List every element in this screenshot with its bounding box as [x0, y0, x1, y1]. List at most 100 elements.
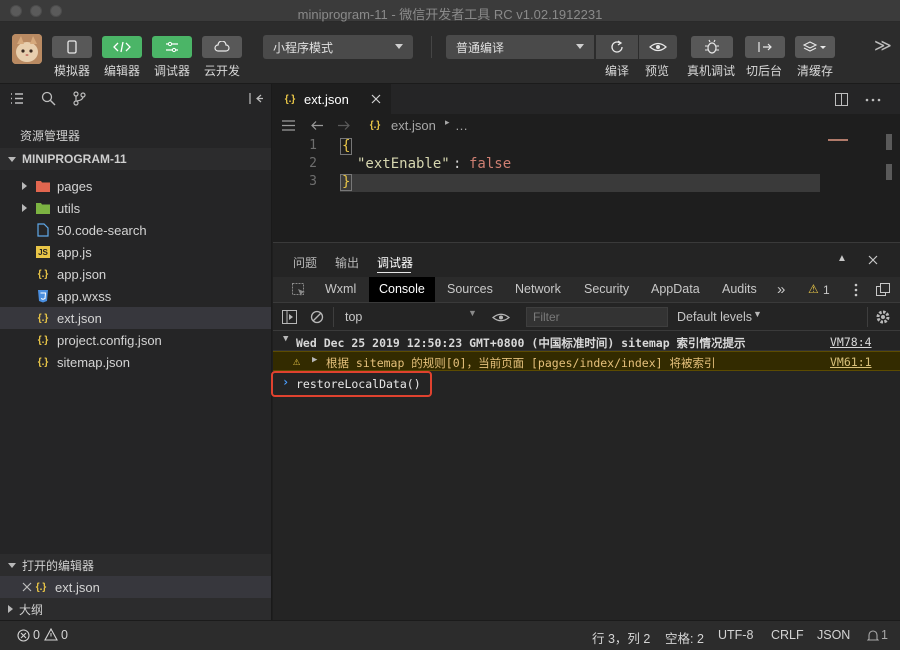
- cloud-icon: [214, 41, 230, 52]
- list-icon[interactable]: [10, 92, 24, 105]
- project-section-header[interactable]: MINIPROGRAM-11: [0, 148, 271, 170]
- cursor-position[interactable]: 行 3，列 2: [592, 628, 650, 647]
- maximize-panel-icon[interactable]: ▲: [837, 253, 847, 264]
- indentation[interactable]: 空格: 2: [665, 628, 704, 647]
- source-control-icon[interactable]: [73, 91, 86, 106]
- error-count[interactable]: 0: [33, 628, 40, 642]
- filter-input[interactable]: Filter: [526, 307, 668, 327]
- real-device-debug-button[interactable]: [691, 36, 733, 58]
- log-warning-row[interactable]: ⚠ ▶ 根据 sitemap 的规则[0]，当前页面 [pages/index/…: [273, 351, 900, 371]
- bell-icon[interactable]: [867, 629, 879, 643]
- tree-item-sitemap-json[interactable]: {.} sitemap.json: [0, 351, 271, 373]
- chevron-right-icon: [22, 182, 27, 190]
- tab-ext-json[interactable]: {.} ext.json: [273, 84, 391, 114]
- open-editors-header[interactable]: 打开的编辑器: [0, 554, 271, 576]
- editor-label: 编辑器: [104, 64, 141, 78]
- simulator-button[interactable]: [52, 36, 92, 58]
- close-icon[interactable]: [371, 94, 381, 104]
- warning-icon: ⚠: [808, 282, 819, 296]
- tree-item-ext-json[interactable]: {.} ext.json: [0, 307, 271, 329]
- list-icon[interactable]: [282, 120, 295, 131]
- layers-icon: [803, 41, 826, 52]
- switch-background-icon: [758, 42, 772, 52]
- breadcrumb-file[interactable]: ext.json: [391, 118, 436, 133]
- tab-debugger[interactable]: 调试器: [377, 254, 413, 271]
- cloud-label: 云开发: [204, 64, 241, 78]
- log-source-link[interactable]: VM78:4: [830, 335, 872, 349]
- close-icon[interactable]: [868, 255, 878, 265]
- editor-scrollbar-thumb[interactable]: [886, 164, 892, 180]
- log-levels-select[interactable]: Default levels: [677, 310, 752, 324]
- tree-item-utils[interactable]: utils: [0, 197, 271, 219]
- file-encoding[interactable]: UTF-8: [718, 628, 753, 642]
- mode-select[interactable]: 小程序模式: [263, 35, 413, 59]
- minimap[interactable]: [828, 139, 878, 142]
- eye-icon[interactable]: [492, 312, 510, 323]
- file-name: app.wxss: [57, 288, 112, 304]
- toolbar-more-button[interactable]: ≫: [874, 36, 892, 56]
- open-editor-item[interactable]: {.} ext.json: [0, 576, 271, 598]
- editor-scrollbar[interactable]: [886, 134, 892, 150]
- explorer-header: 资源管理器: [20, 129, 81, 143]
- back-arrow-icon[interactable]: [311, 120, 324, 131]
- tree-item-project-config[interactable]: {.} project.config.json: [0, 329, 271, 351]
- more-tabs-button[interactable]: »: [777, 277, 785, 302]
- tree-item-code-search[interactable]: 50.code-search: [0, 219, 271, 241]
- clear-cache-button[interactable]: [795, 36, 835, 58]
- search-icon[interactable]: [41, 91, 56, 106]
- breadcrumb: {.} ext.json ▸ …: [273, 114, 900, 138]
- breadcrumb-more[interactable]: …: [455, 118, 468, 133]
- tree-item-app-wxss[interactable]: app.wxss: [0, 285, 271, 307]
- console-input-line[interactable]: › restoreLocalData(): [273, 374, 900, 394]
- preview-label: 预览: [645, 64, 670, 78]
- tab-label: ext.json: [304, 91, 349, 107]
- devtools-tab-sources[interactable]: Sources: [447, 277, 493, 302]
- toggle-sidebar-icon[interactable]: [282, 310, 297, 324]
- close-icon[interactable]: [22, 582, 32, 592]
- outline-header[interactable]: 大纲: [0, 598, 271, 620]
- compile-button[interactable]: [596, 35, 638, 59]
- vertical-dots-icon[interactable]: [854, 283, 858, 297]
- undock-icon[interactable]: [876, 283, 890, 296]
- gear-icon[interactable]: [875, 309, 891, 325]
- line-ending[interactable]: CRLF: [771, 628, 804, 642]
- editor-button[interactable]: [102, 36, 142, 58]
- devtools-tab-console[interactable]: Console: [369, 277, 435, 302]
- cloud-button[interactable]: [202, 36, 242, 58]
- devtools-tab-audits[interactable]: Audits: [722, 277, 757, 302]
- window-title: miniprogram-11 - 微信开发者工具 RC v1.02.191223…: [297, 7, 603, 22]
- compile-label: 编译: [605, 64, 630, 78]
- compile-select[interactable]: 普通编译: [446, 35, 594, 59]
- file-name: 50.code-search: [57, 222, 147, 238]
- file-name: ext.json: [57, 310, 102, 326]
- background-button[interactable]: [745, 36, 785, 58]
- clear-console-icon[interactable]: [310, 310, 324, 324]
- collapse-sidebar-icon[interactable]: [249, 92, 263, 105]
- user-avatar[interactable]: [12, 34, 42, 64]
- notification-count[interactable]: 1: [881, 628, 888, 642]
- devtools-tab-network[interactable]: Network: [515, 277, 561, 302]
- warning-count[interactable]: 1: [823, 283, 830, 297]
- forward-arrow-icon[interactable]: [337, 120, 350, 131]
- language-mode[interactable]: JSON: [817, 628, 850, 642]
- split-editor-icon[interactable]: [835, 93, 848, 106]
- devtools-tab-wxml[interactable]: Wxml: [325, 277, 356, 302]
- log-group-header[interactable]: ▼ Wed Dec 25 2019 12:50:23 GMT+0800 (中国标…: [273, 331, 900, 351]
- devtools-tab-security[interactable]: Security: [584, 277, 629, 302]
- tree-item-app-js[interactable]: JS app.js: [0, 241, 271, 263]
- warning-count[interactable]: 0: [61, 628, 68, 642]
- console-command: restoreLocalData(): [296, 377, 421, 391]
- warning-icon: ⚠: [293, 354, 301, 368]
- tab-problems[interactable]: 问题: [293, 254, 317, 271]
- context-select[interactable]: top: [345, 310, 362, 324]
- tree-item-pages[interactable]: pages: [0, 175, 271, 197]
- inspect-element-icon[interactable]: [292, 283, 306, 297]
- devtools-tab-appdata[interactable]: AppData: [651, 277, 700, 302]
- tree-item-app-json[interactable]: {.} app.json: [0, 263, 271, 285]
- preview-button[interactable]: [639, 35, 677, 59]
- more-actions-icon[interactable]: [865, 98, 881, 102]
- log-source-link[interactable]: VM61:1: [830, 355, 872, 369]
- outline-title: 大纲: [19, 602, 44, 617]
- debugger-button[interactable]: [152, 36, 192, 58]
- tab-output[interactable]: 输出: [335, 254, 359, 271]
